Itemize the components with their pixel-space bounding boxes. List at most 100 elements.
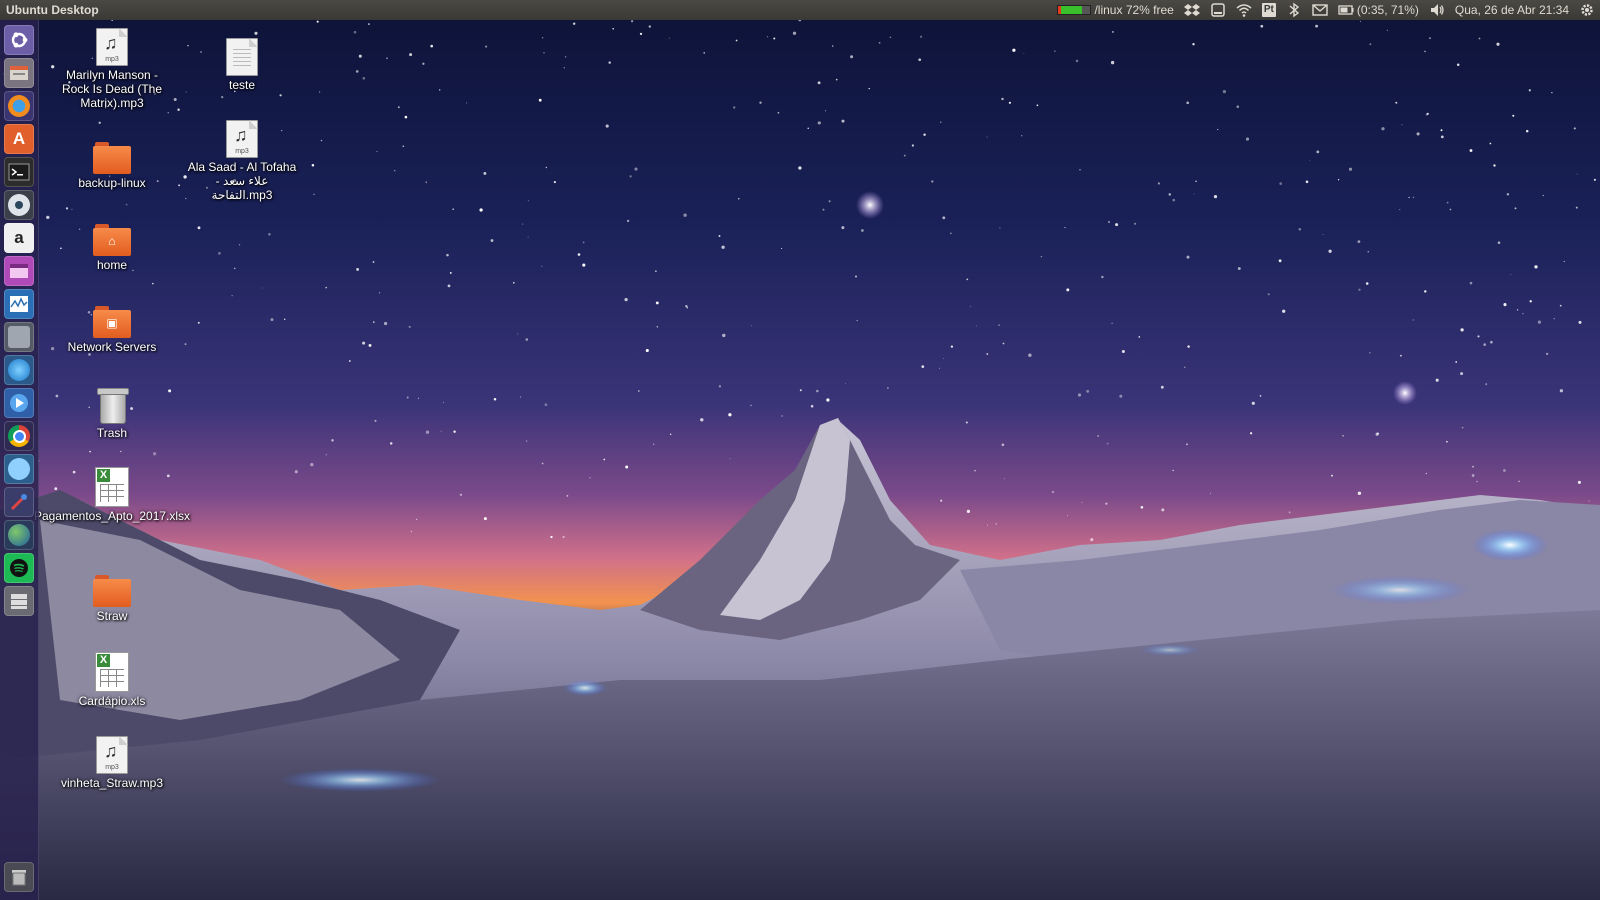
launcher-system-monitor[interactable] [4, 289, 34, 319]
desktop-icon-mp3-marilyn[interactable]: ♫ mp3 Marilyn Manson - Rock Is Dead (The … [57, 28, 167, 110]
launcher-app-gray[interactable] [4, 322, 34, 352]
star [173, 97, 177, 102]
launcher-terminal[interactable] [4, 157, 34, 187]
launcher-chrome[interactable] [4, 421, 34, 451]
clock-indicator[interactable]: Qua, 26 de Abr 21:34 [1450, 0, 1574, 20]
star [939, 367, 941, 369]
star [1186, 101, 1190, 105]
star [1542, 194, 1544, 197]
star [543, 52, 545, 54]
star [513, 282, 515, 284]
star [645, 348, 649, 353]
desktop-icon-network-servers[interactable]: ▣ Network Servers [57, 306, 167, 354]
mail-indicator[interactable] [1307, 0, 1333, 20]
star [1278, 259, 1282, 263]
mail-icon [1312, 4, 1328, 16]
desktop-icon-trash[interactable]: Trash [57, 386, 167, 440]
launcher-globe[interactable] [4, 520, 34, 550]
star [919, 35, 923, 38]
launcher-app-purple[interactable] [4, 256, 34, 286]
star [311, 164, 315, 167]
star [1446, 440, 1448, 443]
star [987, 524, 989, 526]
launcher-drives[interactable] [4, 586, 34, 616]
desktop-icon-file-teste[interactable]: teste [187, 38, 297, 92]
star [735, 39, 738, 42]
star [1004, 478, 1006, 480]
star [637, 390, 640, 392]
dropbox-indicator[interactable] [1179, 0, 1205, 20]
volume-indicator[interactable] [1424, 0, 1450, 20]
desktop-icon-mp3-ala-saad[interactable]: ♫ mp3 Ala Saad - Al Tofaha علاء سعد - الت… [187, 120, 297, 202]
star [975, 325, 977, 327]
star [1090, 538, 1094, 542]
star [1559, 389, 1564, 393]
disk-usage-indicator[interactable]: /linux 72% free [1052, 0, 1178, 20]
launcher-media-player[interactable] [4, 388, 34, 418]
star [969, 305, 971, 307]
star [903, 154, 906, 157]
star [1575, 206, 1578, 209]
launcher-app-tools[interactable] [4, 487, 34, 517]
star [402, 145, 405, 148]
bluetooth-indicator[interactable] [1281, 0, 1307, 20]
star [355, 70, 359, 73]
star [911, 144, 915, 147]
star [125, 203, 128, 206]
star [425, 181, 428, 184]
launcher-software-center[interactable]: A [4, 124, 34, 154]
desktop-icon-folder-backup-linux[interactable]: backup-linux [57, 142, 167, 190]
star [781, 415, 784, 417]
star [447, 284, 451, 288]
star [1534, 265, 1538, 269]
wifi-indicator[interactable] [1231, 0, 1257, 20]
desktop-icon-folder-home[interactable]: ⌂ home [57, 224, 167, 272]
launcher-firefox[interactable] [4, 91, 34, 121]
star [449, 271, 452, 274]
desktop-icon-label: Cardápio.xls [78, 694, 146, 708]
star [409, 53, 413, 57]
star [1259, 395, 1262, 397]
star [410, 530, 412, 533]
launcher-amazon[interactable]: a [4, 223, 34, 253]
launcher-app-skype[interactable] [4, 454, 34, 484]
star [152, 282, 154, 285]
drive-indicator[interactable] [1205, 0, 1231, 20]
star [1186, 255, 1190, 259]
star [603, 458, 606, 461]
battery-indicator[interactable]: (0:35, 71%) [1333, 0, 1424, 20]
launcher-dash-home[interactable] [4, 25, 34, 55]
session-indicator[interactable] [1574, 0, 1600, 20]
chrome-icon [8, 425, 30, 447]
launcher-app-blue[interactable] [4, 355, 34, 385]
launcher-steam[interactable] [4, 190, 34, 220]
keyboard-layout-indicator[interactable]: Pt [1257, 0, 1281, 20]
launcher-trash[interactable] [4, 862, 34, 892]
star [541, 36, 544, 39]
desktop-icon-xls-cardapio[interactable]: X Cardápio.xls [57, 652, 167, 708]
launcher-files[interactable] [4, 58, 34, 88]
star [348, 360, 351, 362]
desktop-icon-mp3-vinheta[interactable]: ♫ mp3 vinheta_Straw.mp3 [57, 736, 167, 790]
star [197, 226, 201, 230]
audio-file-icon: ♫ mp3 [96, 28, 128, 66]
star [389, 442, 393, 445]
star [1399, 354, 1402, 357]
star [538, 98, 542, 102]
desktop-icon-xlsx-pagamentos[interactable]: X Pagamentos_Apto_2017.xlsx [34, 467, 190, 523]
star [750, 404, 752, 407]
star [310, 462, 314, 467]
disk-usage-bar [1057, 5, 1092, 15]
dropbox-icon [1183, 4, 1200, 16]
launcher-spotify[interactable] [4, 553, 34, 583]
star [766, 36, 769, 38]
bluetooth-icon [1289, 2, 1299, 18]
star [550, 535, 553, 539]
desktop-icon-folder-straw[interactable]: Straw [57, 575, 167, 623]
star [238, 244, 241, 246]
star [520, 396, 522, 398]
star [1573, 127, 1576, 130]
desktop-icon-label: Straw [96, 609, 128, 623]
star [1506, 193, 1510, 196]
star [446, 253, 449, 257]
